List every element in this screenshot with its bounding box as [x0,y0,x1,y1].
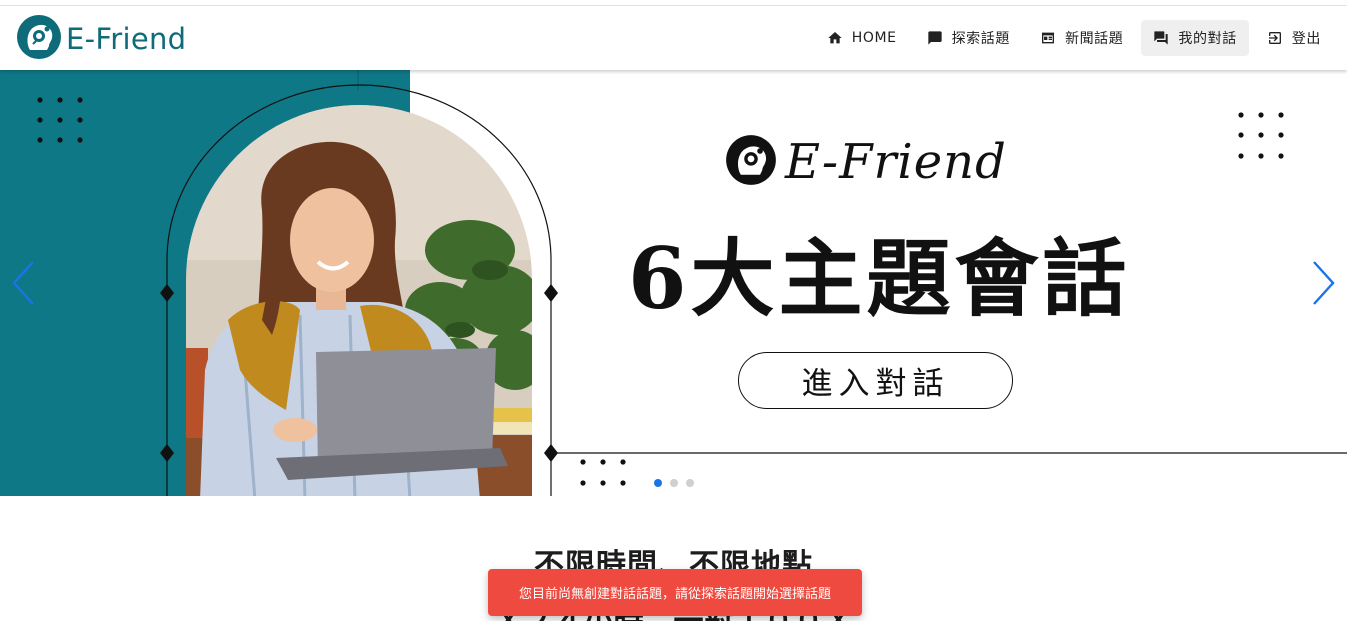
brand-name: E-Friend [66,22,187,56]
hero-brand-logo: E-Friend [725,134,1007,190]
nav-item-logout[interactable]: 登出 [1255,20,1333,56]
nav-item-label: 我的對話 [1178,31,1237,47]
chevron-left-icon [9,259,39,311]
chevron-right-icon [1308,259,1338,311]
nav-item-news-topics[interactable]: 新聞話題 [1028,20,1135,56]
newspaper-icon [1040,30,1056,46]
brand-link[interactable]: E-Friend [16,14,187,64]
carousel-indicator-2[interactable] [670,479,678,487]
hero-title: 6大主題會話 [628,229,1131,328]
toast-message: 您目前尚無創建對話話題，請從探索話題開始選擇話題 [518,587,831,602]
forum-icon [1153,30,1169,46]
carousel-indicator-1[interactable] [654,479,662,487]
nav-item-label: 探索話題 [951,31,1010,47]
brand-logo-icon [16,14,62,64]
main-nav: HOME 探索話題 新聞話題 我的對話 登出 [815,20,1333,56]
carousel-next-button[interactable] [1305,260,1341,310]
nav-item-home[interactable]: HOME [815,20,909,56]
home-icon [827,30,843,46]
carousel-indicators [654,479,694,487]
nav-item-my-conversations[interactable]: 我的對話 [1141,20,1249,56]
nav-item-label: 登出 [1291,31,1321,47]
carousel-prev-button[interactable] [6,260,42,310]
hero-carousel: E-Friend 6大主題會話 進入對話 [0,70,1347,496]
hero-photo [186,105,532,496]
brand-logo-icon [725,134,777,190]
enter-conversation-button[interactable]: 進入對話 [738,352,1013,409]
carousel-indicator-3[interactable] [686,479,694,487]
hero-brand-name: E-Friend [785,134,1007,190]
nav-item-label: 新聞話題 [1064,31,1124,47]
logout-icon [1267,30,1283,46]
top-navbar: E-Friend HOME 探索話題 新聞話題 我的對話 登出 [0,6,1347,70]
error-toast: 您目前尚無創建對話話題，請從探索話題開始選擇話題 [488,569,862,616]
chat-bubble-icon [927,30,943,46]
nav-item-explore-topics[interactable]: 探索話題 [915,20,1022,56]
nav-item-label: HOME [851,30,897,46]
